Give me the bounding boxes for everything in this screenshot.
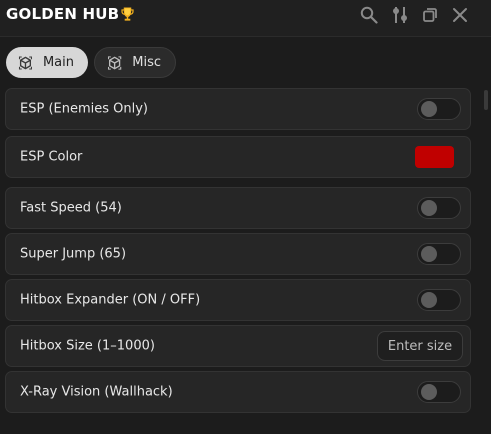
settings-sliders-icon[interactable] (390, 5, 410, 25)
option-esp-enemies-only: ESP (Enemies Only) (5, 88, 471, 130)
option-xray-vision: X-Ray Vision (Wallhack) (5, 371, 471, 413)
hub-window: GOLDEN HUB Main Misc ESP (Enemies Only) … (0, 0, 491, 434)
toggle-knob (421, 292, 437, 308)
toggle-knob (421, 246, 437, 262)
option-hitbox-size: Hitbox Size (1–1000) Enter size (5, 325, 471, 367)
option-label: Super Jump (65) (20, 246, 127, 262)
hitbox-size-input[interactable]: Enter size (377, 331, 463, 361)
option-hitbox-expander: Hitbox Expander (ON / OFF) (5, 279, 471, 321)
super-jump-toggle[interactable] (417, 243, 461, 265)
option-super-jump: Super Jump (65) (5, 233, 471, 275)
xray-toggle[interactable] (417, 381, 461, 403)
restore-icon[interactable] (420, 5, 440, 25)
trophy-icon (121, 7, 134, 21)
tab-bar: Main Misc (6, 47, 176, 78)
esp-toggle[interactable] (417, 98, 461, 120)
option-label: Hitbox Expander (ON / OFF) (20, 292, 201, 308)
toggle-knob (421, 384, 437, 400)
option-label: Hitbox Size (1–1000) (20, 338, 155, 354)
hitbox-expander-toggle[interactable] (417, 289, 461, 311)
scrollbar[interactable] (484, 90, 488, 110)
search-icon[interactable] (359, 5, 379, 25)
option-fast-speed: Fast Speed (54) (5, 187, 471, 229)
cube-icon (18, 55, 32, 70)
option-esp-color: ESP Color (5, 136, 471, 178)
option-label: ESP Color (20, 149, 83, 165)
close-icon[interactable] (450, 5, 470, 25)
tab-misc[interactable]: Misc (94, 47, 176, 78)
window-title: GOLDEN HUB (6, 5, 135, 23)
toggle-knob (421, 200, 437, 216)
tab-misc-label: Misc (132, 55, 161, 70)
window-title-text: GOLDEN HUB (6, 5, 120, 23)
option-label: ESP (Enemies Only) (20, 101, 148, 117)
toggle-knob (421, 101, 437, 117)
fast-speed-toggle[interactable] (417, 197, 461, 219)
esp-color-swatch[interactable] (415, 146, 454, 168)
title-bar[interactable]: GOLDEN HUB (0, 0, 491, 37)
option-label: Fast Speed (54) (20, 200, 122, 216)
tab-main-label: Main (42, 55, 74, 70)
cube-icon (107, 55, 122, 70)
tab-main[interactable]: Main (6, 47, 88, 78)
option-label: X-Ray Vision (Wallhack) (20, 384, 173, 400)
